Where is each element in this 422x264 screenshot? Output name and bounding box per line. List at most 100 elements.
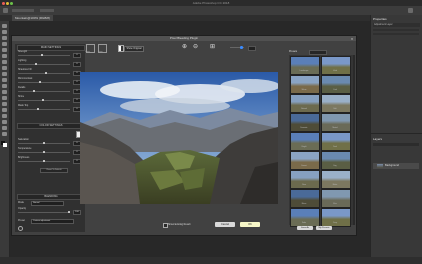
preset-thumbnail[interactable] xyxy=(290,113,320,132)
blending-header[interactable]: BLENDING xyxy=(17,194,85,200)
preset-thumbnail[interactable] xyxy=(290,170,320,189)
slider-knob[interactable] xyxy=(43,160,45,163)
preset-thumbnail[interactable] xyxy=(321,170,351,189)
layer-thumbnail xyxy=(377,164,383,168)
preset-thumbnail[interactable] xyxy=(290,208,320,227)
preset-thumbnail[interactable] xyxy=(321,189,351,208)
slider-knob[interactable] xyxy=(41,54,43,57)
preset-thumbnail[interactable] xyxy=(290,151,320,170)
fit-screen-icon[interactable]: ⊞ xyxy=(210,44,216,50)
slider-knob[interactable] xyxy=(35,63,37,66)
slider-track[interactable] xyxy=(18,73,70,74)
zoom-out-icon[interactable]: ⊖ xyxy=(193,44,199,50)
home-icon[interactable] xyxy=(3,8,8,13)
main-settings-header[interactable]: MAIN SETTINGS xyxy=(17,45,85,51)
crop-tool-icon[interactable] xyxy=(2,48,7,52)
zoom-slider-knob[interactable] xyxy=(240,46,243,49)
tool-options[interactable] xyxy=(12,9,34,12)
slider-track[interactable] xyxy=(18,100,70,101)
slider-knob[interactable] xyxy=(42,99,44,102)
mountain-landscape-image xyxy=(80,72,278,204)
close-dialog-icon[interactable]: ✕ xyxy=(350,37,354,41)
zoom-tool-icon[interactable] xyxy=(2,132,7,136)
show-original-button[interactable]: Show Original xyxy=(124,46,144,52)
slider-track[interactable] xyxy=(18,55,70,56)
preset-thumbnail[interactable] xyxy=(321,208,351,227)
preset-thumbnail[interactable] xyxy=(290,189,320,208)
preset-name: Dramatic xyxy=(300,127,308,129)
move-tool-icon[interactable] xyxy=(2,24,7,28)
slider-value[interactable]: 0 xyxy=(73,62,81,67)
slider-knob[interactable] xyxy=(33,90,35,93)
dodge-tool-icon[interactable] xyxy=(2,96,7,100)
lasso-tool-icon[interactable] xyxy=(2,36,7,40)
slider-track[interactable] xyxy=(18,91,70,92)
zoom-in-icon[interactable]: ⊕ xyxy=(182,44,188,50)
pen-tool-icon[interactable] xyxy=(2,102,7,106)
my-presets-button[interactable]: My Presets xyxy=(316,226,332,230)
clone-stamp-icon[interactable] xyxy=(2,72,7,76)
settings-panel: MAIN SETTINGS Strength 0 Lighting 0 Shad… xyxy=(15,44,85,232)
slider-knob[interactable] xyxy=(37,108,39,111)
preset-thumbnail[interactable] xyxy=(290,94,320,113)
type-tool-icon[interactable] xyxy=(2,108,7,112)
blend-mode-label: Mode xyxy=(18,201,24,204)
shape-tool-icon[interactable] xyxy=(2,120,7,124)
preset-thumbnail[interactable] xyxy=(290,56,320,75)
slider-track[interactable] xyxy=(18,109,70,110)
preset-thumbnail[interactable] xyxy=(290,132,320,151)
zoom-value[interactable] xyxy=(248,46,256,51)
slider-knob[interactable] xyxy=(43,142,45,145)
preview-image[interactable] xyxy=(80,72,278,204)
preset-thumbnail[interactable] xyxy=(321,56,351,75)
slider-knob[interactable] xyxy=(45,72,47,75)
layer-row[interactable]: Background xyxy=(373,163,419,169)
brush-tool-icon[interactable] xyxy=(2,66,7,70)
slider-track[interactable] xyxy=(18,82,70,83)
background-color-swatch[interactable] xyxy=(3,143,7,147)
preset-thumbnail[interactable] xyxy=(321,75,351,94)
option-dropdown[interactable] xyxy=(40,9,54,12)
opacity-knob[interactable] xyxy=(68,211,70,214)
cancel-button[interactable]: Cancel xyxy=(215,222,235,227)
search-icon[interactable] xyxy=(408,8,413,13)
preset-thumbnail[interactable] xyxy=(321,151,351,170)
hand-tool-icon[interactable] xyxy=(2,126,7,130)
save-as-preset-button[interactable]: Save As xyxy=(297,226,313,230)
color-settings-header[interactable]: COLOR SETTINGS xyxy=(17,123,85,129)
properties-panel-title[interactable]: Properties xyxy=(373,17,387,21)
opacity-slider[interactable] xyxy=(18,212,70,213)
quick-select-tool-icon[interactable] xyxy=(2,42,7,46)
layers-panel-title[interactable]: Layers xyxy=(373,137,382,141)
preset-name: Dark xyxy=(333,146,337,148)
slider-knob[interactable] xyxy=(39,81,41,84)
preset-select[interactable]: Custom adjustment xyxy=(31,219,74,224)
preset-thumbnail[interactable] xyxy=(321,113,351,132)
history-brush-icon[interactable] xyxy=(2,78,7,82)
slider-track[interactable] xyxy=(18,64,70,65)
eraser-tool-icon[interactable] xyxy=(2,84,7,88)
plugin-dialog: Pixel Bleeding Plugin ✕ Open Save Show O… xyxy=(11,35,357,236)
preset-thumbnail[interactable] xyxy=(321,132,351,151)
ok-button[interactable]: OK xyxy=(240,222,260,227)
opacity-value[interactable]: 100 xyxy=(73,210,81,215)
eyedropper-tool-icon[interactable] xyxy=(2,54,7,58)
slider-value[interactable]: 0 xyxy=(73,53,81,58)
blend-mode-select[interactable]: Normal xyxy=(31,201,64,206)
preset-scrollbar[interactable] xyxy=(353,55,355,225)
reset-default-button[interactable]: Reset To Default xyxy=(40,168,68,173)
slider-label: Lighting xyxy=(18,59,27,62)
info-icon[interactable] xyxy=(18,226,23,231)
preset-name: Mono xyxy=(301,203,307,205)
gradient-tool-icon[interactable] xyxy=(2,90,7,94)
preset-thumbnail[interactable] xyxy=(290,75,320,94)
preset-name: Cool xyxy=(333,89,337,91)
preset-category-select[interactable] xyxy=(309,50,327,55)
path-select-icon[interactable] xyxy=(2,114,7,118)
layers-filter-bar[interactable] xyxy=(373,143,419,146)
preset-thumbnail[interactable] xyxy=(321,94,351,113)
slider-knob[interactable] xyxy=(43,151,45,154)
marquee-tool-icon[interactable] xyxy=(2,30,7,34)
adjustment-label: Adjustment Layer xyxy=(373,23,420,27)
healing-brush-icon[interactable] xyxy=(2,60,7,64)
